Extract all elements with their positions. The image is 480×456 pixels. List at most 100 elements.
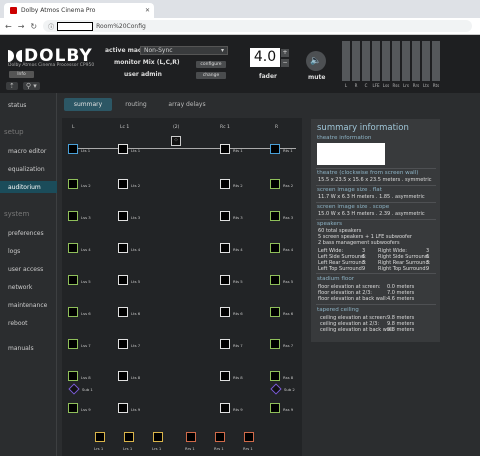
fader-down-button[interactable]: − [281,59,289,67]
mute-speaker-icon[interactable]: 🔈 [306,51,326,71]
speaker-box[interactable] [118,179,128,189]
speaker-label: Lss 7 [81,343,91,348]
meter-label: Lts [423,83,429,88]
sidebar-item-auditorium[interactable]: auditorium [8,184,41,191]
active-macro-select[interactable]: Non-Sync ▾ [140,46,228,55]
speaker-box[interactable] [220,403,230,413]
speaker-box[interactable] [220,179,230,189]
speaker-box[interactable] [270,403,280,413]
speaker-box[interactable] [68,243,78,253]
speaker-label: Rts 3 [233,215,243,220]
close-tab-icon[interactable]: ✕ [145,7,150,14]
change-user-button[interactable]: change [196,72,226,79]
center-speaker-icon[interactable]: ⁘ [171,136,181,146]
dims-value: 15.5 x 23.5 x 15.6 x 23.5 meters . symme… [318,177,432,183]
level-meters: L R C LFE Lss Rss Lrs Rrs Lts Rts [342,41,440,88]
speaker-label: Rss 5 [283,279,294,284]
speaker-label: Rss 6 [283,311,294,316]
speaker-box[interactable] [270,339,280,349]
rear-speaker-box[interactable] [124,432,134,442]
speaker-box[interactable] [68,211,78,221]
speaker-box[interactable] [118,243,128,253]
back-icon[interactable]: ← [5,22,12,31]
meter-bar [422,41,430,81]
configure-button[interactable]: configure [196,61,226,68]
fader-up-button[interactable]: + [281,49,289,57]
separator [316,219,436,220]
speaker-box[interactable] [118,371,128,381]
ceiling-value: 9.8 meters [387,327,415,333]
speaker-label: Lts 7 [131,343,141,348]
speaker-box[interactable] [220,371,230,381]
speaker-box[interactable] [118,339,128,349]
speaker-box[interactable] [220,307,230,317]
sidebar-item-user-access[interactable]: user access [8,266,43,273]
meter-label: Lrs [403,83,409,88]
meter-label: LFE [372,83,380,88]
tab-routing[interactable]: routing [112,98,160,111]
speaker-box[interactable] [118,144,128,154]
sidebar-item-reboot[interactable]: reboot [8,320,28,327]
meter-6: Lrs [402,41,410,88]
speaker-box[interactable] [118,211,128,221]
speaker-label: Lts 9 [131,407,141,412]
info-button[interactable]: Info [9,71,34,78]
sidebar-item-status[interactable]: status [8,102,26,109]
speaker-box[interactable] [220,339,230,349]
sidebar-item-maintenance[interactable]: maintenance [8,302,47,309]
speaker-label: Lts 1 [131,148,141,153]
rear-speaker-box[interactable] [215,432,225,442]
rear-speaker-box[interactable] [153,432,163,442]
tab-summary[interactable]: summary [64,98,112,111]
sidebar-section-system: system [4,210,30,218]
sidebar-item-macro-editor[interactable]: macro editor [8,148,46,155]
meter-bar [342,41,350,81]
speaker-box[interactable] [270,275,280,285]
speaker-box[interactable] [118,307,128,317]
rear-speaker-box[interactable] [244,432,254,442]
speaker-box[interactable] [270,179,280,189]
location-icon[interactable]: ⚲ ▾ [22,82,40,90]
speaker-box[interactable] [220,275,230,285]
speaker-box[interactable] [68,307,78,317]
rear-speaker-label: Lrs 1 [123,446,133,451]
speaker-box[interactable] [270,307,280,317]
speaker-label: Rss 4 [283,247,294,252]
meter-label: L [344,83,348,88]
upload-icon[interactable]: ⇡ [6,82,18,90]
sidebar-item-preferences[interactable]: preferences [8,230,44,237]
rear-speaker-box[interactable] [186,432,196,442]
speaker-box[interactable] [68,339,78,349]
browser-tab[interactable]: Dolby Atmos Cinema Pro ✕ [4,3,154,18]
address-bar-row: ← → ↻ ⓘ Room%20Config [0,18,480,35]
speaker-box[interactable] [118,403,128,413]
speaker-box[interactable] [118,275,128,285]
tab-array-delays[interactable]: array delays [160,98,214,111]
rear-speaker-box[interactable] [95,432,105,442]
speaker-box[interactable] [270,371,280,381]
url-field[interactable]: ⓘ Room%20Config [43,20,472,32]
speaker-box[interactable] [68,144,78,154]
speaker-count-cell: 9 [426,266,430,272]
forward-icon[interactable]: → [18,22,25,31]
sidebar-item-network[interactable]: network [8,284,32,291]
speaker-box[interactable] [220,211,230,221]
speaker-box[interactable] [270,144,280,154]
speaker-box[interactable] [270,211,280,221]
speakers-bass: 2 bass management subwoofers [318,240,400,246]
speaker-box[interactable] [220,243,230,253]
speaker-box[interactable] [68,403,78,413]
fader-value[interactable]: 4.0 [250,48,280,67]
speaker-box[interactable] [220,144,230,154]
reload-icon[interactable]: ↻ [30,22,37,31]
meter-bar [372,41,380,81]
speaker-box[interactable] [68,275,78,285]
sidebar-item-manuals[interactable]: manuals [8,345,34,352]
sidebar-item-equalization[interactable]: equalization [8,166,45,173]
speaker-box[interactable] [68,179,78,189]
sidebar-item-logs[interactable]: logs [8,248,20,255]
speaker-box[interactable] [68,371,78,381]
meter-1: R [352,41,360,88]
speaker-box[interactable] [270,243,280,253]
speaker-count-cell: Right Top Surround: [378,266,428,272]
